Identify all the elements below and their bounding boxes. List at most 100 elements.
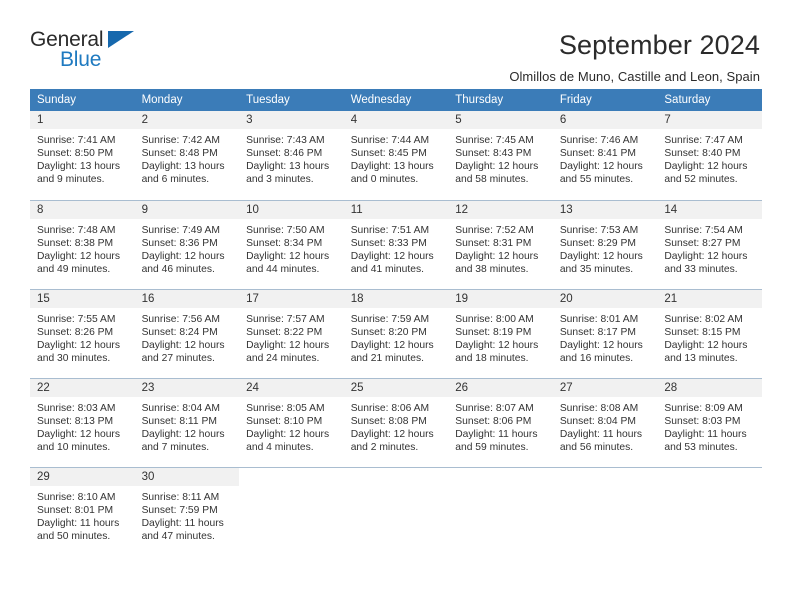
- sunset-text: Sunset: 8:20 PM: [350, 326, 427, 338]
- calendar-cell-empty: [448, 466, 553, 556]
- daylight-text-line2: and 7 minutes.: [141, 441, 210, 453]
- daylight-text-line2: and 21 minutes.: [350, 352, 424, 364]
- calendar-day-cell[interactable]: 17 Sunrise: 7:57 AM Sunset: 8:22 PM Dayligh…: [239, 288, 344, 378]
- daylight-text-line2: and 56 minutes.: [559, 441, 634, 453]
- day-details: Sunrise: 7:52 AM Sunset: 8:31 PM Daylight:…: [448, 219, 553, 276]
- calendar-day-cell[interactable]: 14 Sunrise: 7:54 AM Sunset: 8:27 PM Dayligh…: [657, 199, 762, 289]
- weekday-header-friday: Friday: [552, 89, 658, 111]
- sunrise-text: Sunrise: 7:45 AM: [455, 135, 534, 146]
- calendar-grid: Sunday Monday Tuesday Wednesday Thursday…: [30, 89, 762, 556]
- sunrise-text: Sunrise: 8:07 AM: [455, 402, 534, 414]
- calendar-day-cell[interactable]: 2 Sunrise: 7:42 AM Sunset: 8:48 PM Daylight…: [134, 111, 240, 200]
- calendar-day-cell[interactable]: 13 Sunrise: 7:53 AM Sunset: 8:29 PM Dayligh…: [552, 199, 658, 289]
- calendar-week-row: 22 Sunrise: 8:03 AM Sunset: 8:13 PM Dayligh…: [30, 377, 762, 467]
- sunrise-text: Sunrise: 8:04 AM: [141, 402, 220, 414]
- day-number: 25: [343, 378, 449, 397]
- daylight-text-line2: and 3 minutes.: [246, 174, 314, 186]
- day-number: 27: [552, 378, 658, 397]
- calendar-day-cell[interactable]: 28 Sunrise: 8:09 AM Sunset: 8:03 PM Dayligh…: [657, 377, 762, 467]
- day-number: 22: [30, 378, 135, 397]
- daylight-text-line2: and 4 minutes.: [246, 441, 314, 453]
- calendar-day-cell[interactable]: 24 Sunrise: 8:05 AM Sunset: 8:10 PM Dayligh…: [239, 377, 344, 467]
- sunset-text: Sunset: 8:10 PM: [246, 415, 323, 427]
- day-details: Sunrise: 7:46 AM Sunset: 8:41 PM Daylight:…: [553, 129, 658, 186]
- sunset-text: Sunset: 8:46 PM: [246, 148, 323, 160]
- day-number: 2: [134, 111, 240, 129]
- calendar-day-cell[interactable]: 19 Sunrise: 8:00 AM Sunset: 8:19 PM Dayligh…: [448, 288, 553, 378]
- sunrise-text: Sunrise: 8:11 AM: [141, 491, 220, 503]
- calendar-day-cell[interactable]: 15 Sunrise: 7:55 AM Sunset: 8:26 PM Dayligh…: [30, 288, 135, 378]
- calendar-day-cell[interactable]: 6 Sunrise: 7:46 AM Sunset: 8:41 PM Daylight…: [552, 111, 658, 200]
- day-details: Sunrise: 7:50 AM Sunset: 8:34 PM Daylight:…: [239, 219, 344, 276]
- calendar-day-cell[interactable]: 8 Sunrise: 7:48 AM Sunset: 8:38 PM Daylight…: [30, 199, 135, 289]
- day-details: Sunrise: 7:53 AM Sunset: 8:29 PM Daylight:…: [553, 219, 658, 276]
- day-details: Sunrise: 8:10 AM Sunset: 8:01 PM Daylight:…: [30, 486, 135, 543]
- daylight-text-line2: and 24 minutes.: [246, 352, 320, 364]
- day-details: Sunrise: 8:03 AM Sunset: 8:13 PM Daylight:…: [30, 397, 135, 454]
- day-number: 14: [657, 200, 762, 219]
- day-number: 12: [448, 200, 553, 219]
- daylight-text-line2: and 52 minutes.: [664, 174, 738, 186]
- calendar-day-cell[interactable]: 11 Sunrise: 7:51 AM Sunset: 8:33 PM Dayligh…: [343, 199, 449, 289]
- daylight-text-line1: Daylight: 12 hours: [37, 428, 120, 440]
- calendar-day-cell[interactable]: 9 Sunrise: 7:49 AM Sunset: 8:36 PM Daylight…: [134, 199, 240, 289]
- general-blue-logo[interactable]: General Blue: [30, 28, 150, 74]
- sunrise-text: Sunrise: 7:44 AM: [350, 135, 430, 146]
- calendar-day-cell[interactable]: 21 Sunrise: 8:02 AM Sunset: 8:15 PM Dayligh…: [657, 288, 762, 378]
- calendar-day-cell[interactable]: 5 Sunrise: 7:45 AM Sunset: 8:43 PM Daylight…: [448, 111, 553, 200]
- calendar-day-cell[interactable]: 3 Sunrise: 7:43 AM Sunset: 8:46 PM Daylight…: [239, 111, 344, 200]
- sunset-text: Sunset: 8:13 PM: [37, 415, 114, 427]
- sunset-text: Sunset: 8:40 PM: [664, 148, 741, 160]
- day-number: 3: [239, 111, 344, 129]
- calendar-day-cell[interactable]: 18 Sunrise: 7:59 AM Sunset: 8:20 PM Dayligh…: [343, 288, 449, 378]
- sunset-text: Sunset: 8:34 PM: [246, 237, 323, 249]
- sunrise-text: Sunrise: 8:08 AM: [559, 402, 639, 414]
- sunrise-text: Sunrise: 7:46 AM: [559, 135, 639, 146]
- sunrise-text: Sunrise: 7:48 AM: [37, 224, 116, 236]
- calendar-day-cell[interactable]: 16 Sunrise: 7:56 AM Sunset: 8:24 PM Dayligh…: [134, 288, 240, 378]
- calendar-day-cell[interactable]: 27 Sunrise: 8:08 AM Sunset: 8:04 PM Dayligh…: [552, 377, 658, 467]
- sunrise-text: Sunrise: 7:53 AM: [559, 224, 639, 236]
- daylight-text-line2: and 38 minutes.: [455, 263, 529, 275]
- calendar-day-cell[interactable]: 10 Sunrise: 7:50 AM Sunset: 8:34 PM Dayligh…: [239, 199, 344, 289]
- calendar-day-cell[interactable]: 23 Sunrise: 8:04 AM Sunset: 8:11 PM Dayligh…: [134, 377, 240, 467]
- sunset-text: Sunset: 8:04 PM: [559, 415, 636, 427]
- calendar-day-cell[interactable]: 22 Sunrise: 8:03 AM Sunset: 8:13 PM Dayligh…: [30, 377, 135, 467]
- daylight-text-line2: and 46 minutes.: [141, 263, 215, 275]
- daylight-text-line2: and 18 minutes.: [455, 352, 529, 364]
- day-number: 26: [448, 378, 553, 397]
- sunrise-text: Sunrise: 8:09 AM: [664, 402, 743, 414]
- calendar-day-cell[interactable]: 29 Sunrise: 8:10 AM Sunset: 8:01 PM Dayligh…: [30, 466, 135, 556]
- daylight-text-line1: Daylight: 12 hours: [350, 250, 434, 262]
- calendar-cell-empty: [239, 466, 344, 556]
- calendar-day-cell[interactable]: 1 Sunrise: 7:41 AM Sunset: 8:50 PM Daylight…: [30, 111, 135, 200]
- calendar-cell-empty: [343, 466, 449, 556]
- sunrise-text: Sunrise: 7:54 AM: [664, 224, 743, 236]
- sunrise-text: Sunrise: 7:42 AM: [141, 135, 220, 146]
- day-number: [448, 467, 553, 486]
- sunset-text: Sunset: 8:43 PM: [455, 148, 532, 160]
- calendar-day-cell[interactable]: 4 Sunrise: 7:44 AM Sunset: 8:45 PM Daylight…: [343, 111, 449, 200]
- calendar-week-row: 29 Sunrise: 8:10 AM Sunset: 8:01 PM Dayligh…: [30, 466, 762, 556]
- calendar-day-cell[interactable]: 30 Sunrise: 8:11 AM Sunset: 7:59 PM Dayligh…: [134, 466, 240, 556]
- sunrise-text: Sunrise: 8:10 AM: [37, 491, 116, 503]
- sunset-text: Sunset: 8:03 PM: [664, 415, 741, 427]
- sunrise-text: Sunrise: 7:55 AM: [37, 313, 116, 325]
- calendar-day-cell[interactable]: 25 Sunrise: 8:06 AM Sunset: 8:08 PM Dayligh…: [343, 377, 449, 467]
- calendar-day-cell[interactable]: 7 Sunrise: 7:47 AM Sunset: 8:40 PM Daylight…: [657, 111, 762, 200]
- calendar-day-cell[interactable]: 12 Sunrise: 7:52 AM Sunset: 8:31 PM Dayligh…: [448, 199, 553, 289]
- day-number: 11: [343, 200, 449, 219]
- daylight-text-line2: and 0 minutes.: [350, 174, 419, 186]
- day-details: Sunrise: 8:02 AM Sunset: 8:15 PM Daylight:…: [657, 308, 762, 365]
- sunset-text: Sunset: 8:24 PM: [141, 326, 218, 338]
- daylight-text-line1: Daylight: 11 hours: [664, 428, 747, 440]
- daylight-text-line1: Daylight: 12 hours: [141, 339, 225, 351]
- weekday-header-wednesday: Wednesday: [343, 89, 449, 111]
- day-number: 23: [134, 378, 240, 397]
- calendar-day-cell[interactable]: 20 Sunrise: 8:01 AM Sunset: 8:17 PM Dayligh…: [552, 288, 658, 378]
- daylight-text-line1: Daylight: 12 hours: [664, 161, 748, 173]
- sunset-text: Sunset: 8:11 PM: [141, 415, 217, 427]
- sunset-text: Sunset: 8:08 PM: [350, 415, 427, 427]
- calendar-day-cell[interactable]: 26 Sunrise: 8:07 AM Sunset: 8:06 PM Dayligh…: [448, 377, 553, 467]
- day-details: Sunrise: 7:55 AM Sunset: 8:26 PM Daylight:…: [30, 308, 135, 365]
